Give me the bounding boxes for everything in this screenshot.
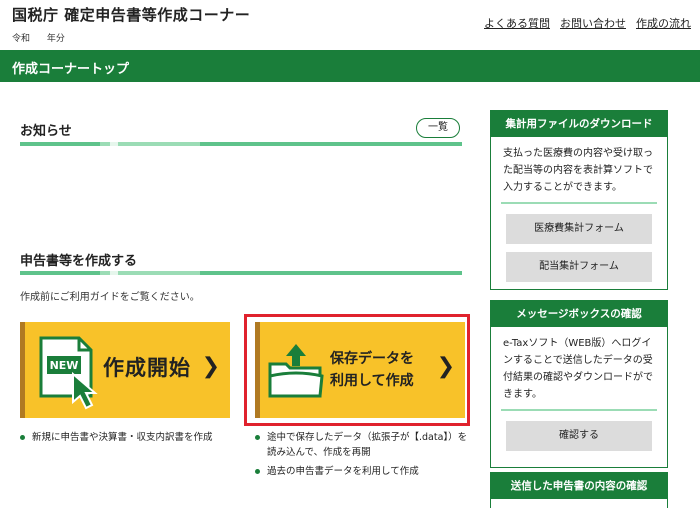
download-heading: 集計用ファイルのダウンロード — [491, 111, 667, 137]
dividend-form-button[interactable]: 配当集計フォーム — [506, 252, 652, 282]
saved-card-line1: 保存データを — [330, 351, 414, 367]
use-saved-data-label: 保存データを 利用して作成 — [330, 348, 414, 392]
tax-year: 令和 年分 — [12, 31, 79, 44]
divider — [501, 202, 657, 204]
start-bullets: 新規に申告書や決算書・収支内訳書を作成 — [20, 430, 235, 449]
site-header: 国税庁 確定申告書等作成コーナー 令和 年分 よくある質問 お問い合わせ 作成の… — [0, 0, 700, 50]
folder-upload-icon — [268, 344, 324, 398]
chevron-right-icon: ❯ — [436, 354, 455, 379]
list-item: 新規に申告書や決算書・収支内訳書を作成 — [20, 430, 235, 445]
create-divider — [20, 271, 462, 275]
header-links: よくある質問 お問い合わせ 作成の流れ — [484, 15, 691, 31]
use-saved-data-button[interactable]: 保存データを 利用して作成 ❯ — [255, 322, 465, 418]
messagebox-panel: メッセージボックスの確認 e-Taxソフト（WEB版）へログインすることで送信し… — [490, 300, 668, 468]
era-label: 令和 — [12, 34, 31, 44]
notice-heading: お知らせ — [20, 124, 72, 139]
medical-form-button[interactable]: 医療費集計フォーム — [506, 214, 652, 244]
create-heading: 申告書等を作成する — [20, 254, 138, 269]
guide-text: 作成前にご利用ガイドをご覧ください。 — [20, 292, 200, 303]
messagebox-heading: メッセージボックスの確認 — [491, 301, 667, 327]
chevron-right-icon: ❯ — [201, 354, 220, 379]
flow-link[interactable]: 作成の流れ — [636, 15, 691, 31]
notice-list-button[interactable]: 一覧 — [416, 118, 460, 138]
list-item: 途中で保存したデータ（拡張子が【.data】）を読み込んで、作成を再開 — [255, 430, 470, 460]
download-text: 支払った医療費の内容や受け取った配当等の内容を表計算ソフトで入力することができま… — [503, 148, 653, 193]
contact-link[interactable]: お問い合わせ — [560, 15, 626, 31]
sent-heading[interactable]: 送信した申告書の内容の確認 — [491, 473, 667, 499]
faq-link[interactable]: よくある質問 — [484, 15, 550, 31]
divider — [501, 409, 657, 411]
start-creation-button[interactable]: NEW 作成開始 ❯ — [20, 322, 230, 418]
pointer-arrow-icon — [72, 371, 98, 410]
notice-divider — [20, 142, 462, 146]
list-item: 過去の申告書データを利用して作成 — [255, 464, 470, 479]
sent-panel: 送信した申告書の内容の確認 — [490, 472, 668, 508]
messagebox-text: e-Taxソフト（WEB版）へログインすることで送信したデータの受付結果の確認や… — [503, 338, 653, 400]
top-navbar: 作成コーナートップ — [0, 50, 700, 82]
saved-card-line2: 利用して作成 — [330, 373, 414, 389]
start-creation-label: 作成開始 — [103, 356, 191, 380]
saved-bullets: 途中で保存したデータ（拡張子が【.data】）を読み込んで、作成を再開 過去の申… — [255, 430, 470, 483]
confirm-button[interactable]: 確認する — [506, 421, 652, 451]
navbar-title[interactable]: 作成コーナートップ — [12, 58, 129, 77]
site-title: 国税庁 確定申告書等作成コーナー — [12, 6, 251, 24]
year-label: 年分 — [46, 34, 65, 44]
download-panel: 集計用ファイルのダウンロード 支払った医療費の内容や受け取った配当等の内容を表計… — [490, 110, 668, 290]
